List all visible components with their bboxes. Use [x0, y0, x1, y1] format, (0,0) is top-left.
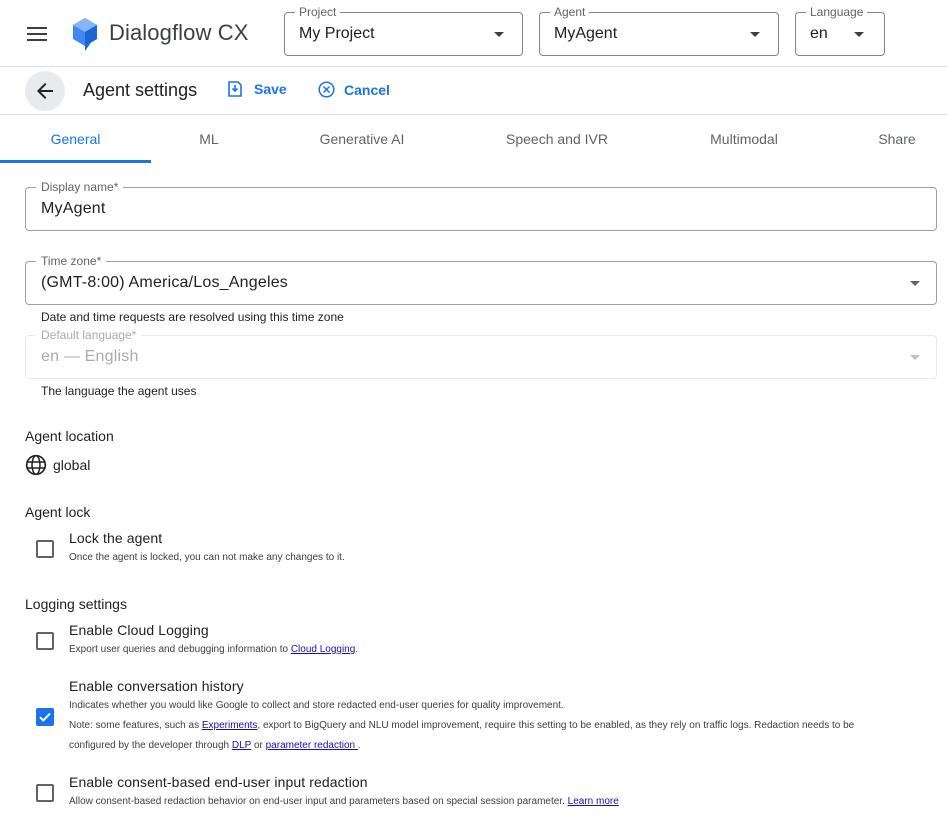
save-button[interactable]: Save — [227, 81, 287, 97]
cloud-logging-desc-text: Export user queries and debugging inform… — [69, 644, 291, 655]
main-menu-button[interactable] — [17, 14, 57, 54]
chevron-down-icon — [854, 32, 864, 37]
tab-generative-ai[interactable]: Generative AI — [287, 115, 437, 163]
history-note-text-cont: , export to BigQuery and NLU model impro… — [257, 720, 855, 731]
page-title: Agent settings — [83, 80, 198, 100]
history-config-or: or — [251, 740, 266, 751]
consent-redaction-checkbox[interactable] — [36, 784, 54, 802]
language-select-label: Language — [806, 5, 868, 19]
learn-more-link[interactable]: Learn more — [568, 796, 619, 807]
chevron-down-icon — [494, 32, 504, 37]
cancel-button[interactable]: Cancel — [318, 81, 390, 98]
consent-redaction-desc-text: Allow consent-based redaction behavior o… — [69, 796, 568, 807]
default-language-hint: The language the agent uses — [41, 384, 197, 398]
save-button-label: Save — [254, 81, 287, 97]
tab-general[interactable]: General — [0, 115, 151, 163]
cloud-logging-title: Enable Cloud Logging — [69, 622, 209, 638]
arrow-back-icon — [37, 83, 53, 99]
display-name-label: Display name* — [36, 180, 124, 194]
display-name-field[interactable]: Display name* MyAgent — [25, 180, 937, 231]
cancel-circle-icon — [318, 81, 335, 98]
conversation-history-checkbox[interactable] — [36, 708, 54, 726]
chevron-down-icon — [910, 355, 920, 360]
logging-settings-heading: Logging settings — [25, 596, 127, 612]
cloud-logging-link[interactable]: Cloud Logging — [291, 644, 356, 655]
agent-select-value: MyAgent — [554, 25, 618, 42]
active-tab-indicator — [0, 160, 151, 163]
top-app-bar: Dialogflow CX Project My Project Agent M… — [0, 0, 947, 67]
lock-agent-title: Lock the agent — [69, 530, 163, 546]
time-zone-select[interactable]: Time zone* (GMT-8:00) America/Los_Angele… — [25, 254, 937, 305]
time-zone-label: Time zone* — [36, 254, 107, 268]
history-config-end: . — [357, 740, 361, 751]
experiments-link[interactable]: Experiments — [202, 720, 258, 731]
agent-location-value: global — [25, 454, 90, 476]
conversation-history-title: Enable conversation history — [69, 678, 244, 694]
history-note-text: Note: some features, such as — [69, 720, 202, 731]
settings-tabs: General ML Generative AI Speech and IVR … — [0, 115, 947, 163]
checkmark-icon — [39, 712, 51, 722]
dialogflow-logo-icon — [73, 18, 97, 51]
time-zone-value: (GMT-8:00) America/Los_Angeles — [41, 274, 288, 291]
action-bar: Agent settings Save Cancel — [0, 67, 947, 115]
conversation-history-desc-line3: configured by the developer through DLP … — [69, 740, 361, 752]
app-brand-title: Dialogflow CX — [109, 20, 249, 45]
consent-redaction-title: Enable consent-based end-user input reda… — [69, 774, 368, 790]
tab-multimodal[interactable]: Multimodal — [674, 115, 814, 163]
tab-speech-and-ivr[interactable]: Speech and IVR — [477, 115, 637, 163]
default-language-label: Default language* — [36, 328, 142, 342]
agent-location-text: global — [53, 457, 91, 473]
consent-redaction-description: Allow consent-based redaction behavior o… — [69, 796, 619, 808]
back-button[interactable] — [25, 71, 65, 111]
language-select-value: en — [810, 25, 828, 42]
cloud-logging-checkbox[interactable] — [36, 632, 54, 650]
cloud-logging-desc-end: . — [355, 644, 359, 655]
conversation-history-desc-line2: Note: some features, such as Experiments… — [69, 720, 854, 732]
cancel-button-label: Cancel — [344, 81, 390, 98]
parameter-redaction-link[interactable]: parameter redaction — [266, 740, 358, 751]
project-select-value: My Project — [299, 25, 375, 42]
history-config-text: configured by the developer through — [69, 740, 232, 751]
display-name-value: MyAgent — [41, 200, 106, 217]
agent-lock-heading: Agent lock — [25, 504, 91, 520]
hamburger-menu-icon — [27, 27, 47, 41]
default-language-value: en — English — [41, 348, 139, 365]
default-language-select: Default language* en — English — [25, 328, 937, 379]
project-select[interactable]: Project My Project — [284, 5, 523, 56]
time-zone-hint: Date and time requests are resolved usin… — [41, 310, 344, 324]
conversation-history-desc-line1: Indicates whether you would like Google … — [69, 700, 564, 711]
agent-location-heading: Agent location — [25, 428, 114, 444]
dlp-link[interactable]: DLP — [232, 740, 251, 751]
agent-select[interactable]: Agent MyAgent — [539, 5, 779, 56]
lock-agent-checkbox[interactable] — [36, 540, 54, 558]
language-select[interactable]: Language en — [795, 5, 885, 56]
tab-share[interactable]: Share — [857, 115, 937, 163]
agent-select-label: Agent — [550, 5, 590, 19]
save-icon — [228, 81, 242, 97]
cloud-logging-description: Export user queries and debugging inform… — [69, 644, 358, 656]
project-select-label: Project — [295, 5, 341, 19]
tab-ml[interactable]: ML — [151, 115, 267, 163]
lock-agent-description: Once the agent is locked, you can not ma… — [69, 552, 345, 563]
chevron-down-icon — [910, 281, 920, 286]
globe-icon — [25, 454, 47, 476]
chevron-down-icon — [750, 32, 760, 37]
